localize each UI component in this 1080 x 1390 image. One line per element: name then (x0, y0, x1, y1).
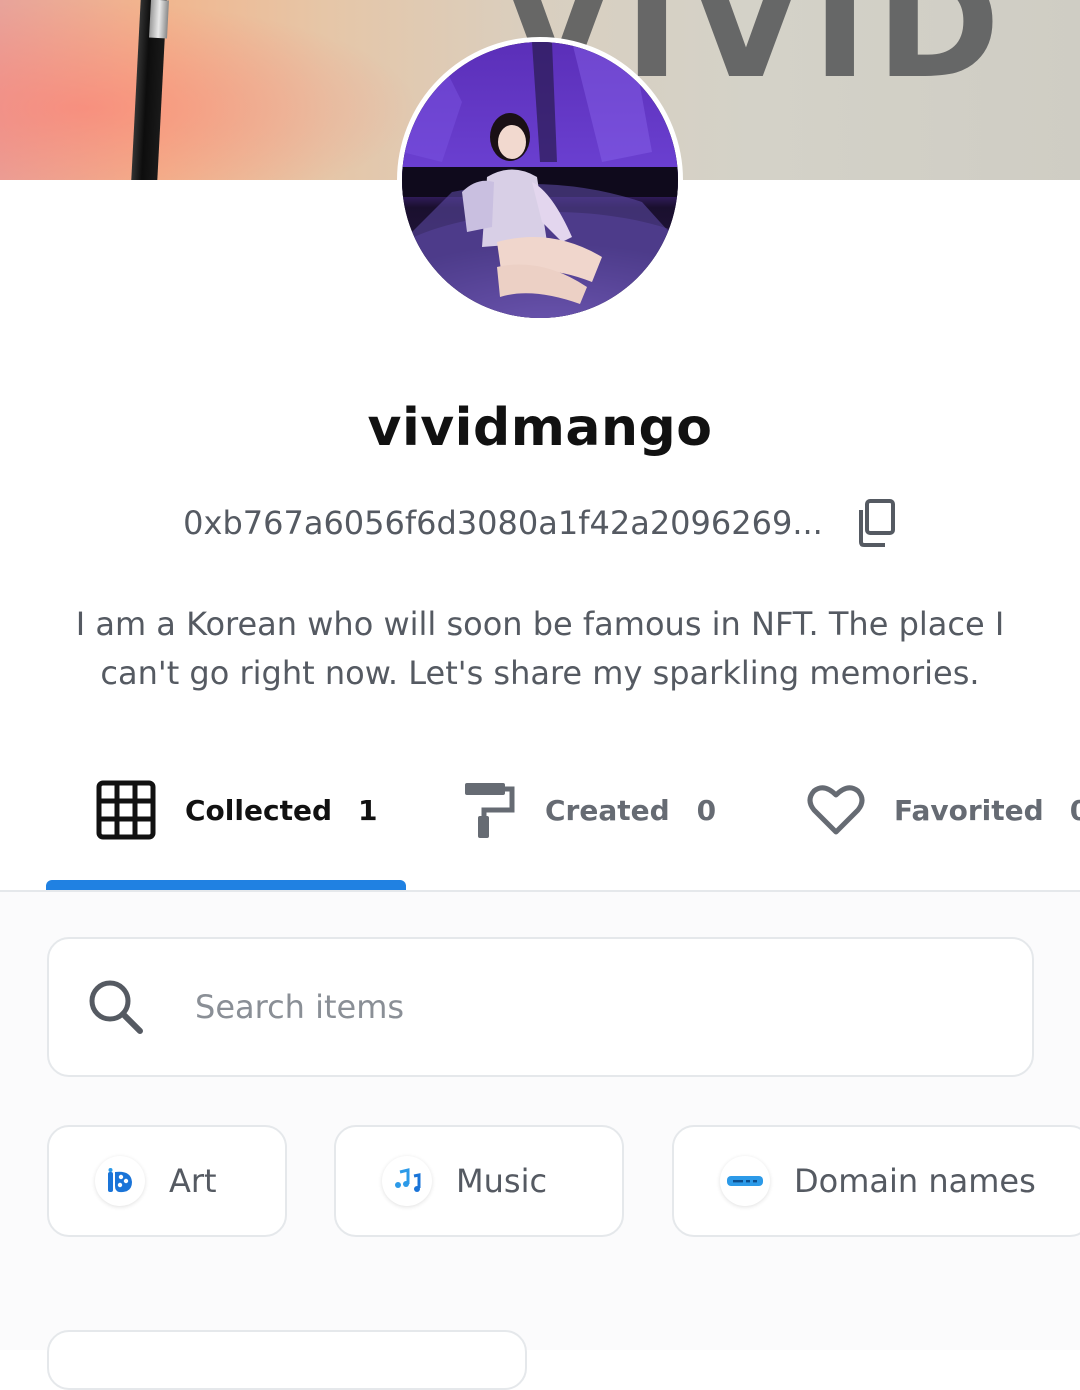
avatar-photo (402, 42, 678, 318)
tab-created-count: 0 (696, 793, 717, 827)
search-box[interactable] (47, 937, 1034, 1077)
banner-glow (0, 0, 420, 180)
tab-created[interactable]: Created 0 (462, 760, 716, 860)
wallet-address-row: 0xb767a6056f6d3080a1f42a2096269... (0, 498, 1080, 548)
art-palette-icon (95, 1156, 145, 1206)
profile-tabs: Collected 1 Created 0 Favorited 0 (0, 760, 1080, 890)
music-note-icon (382, 1156, 432, 1206)
category-chip-music[interactable]: Music (334, 1125, 624, 1237)
category-label-art: Art (169, 1162, 217, 1200)
tab-favorited-count: 0 (1069, 793, 1080, 827)
tab-collected-count: 1 (358, 793, 378, 827)
domain-name-icon (720, 1156, 770, 1206)
item-card[interactable] (47, 1330, 527, 1390)
category-label-music: Music (456, 1162, 548, 1200)
search-input[interactable] (193, 987, 977, 1027)
profile-username: vividmango (367, 398, 713, 458)
search-icon (89, 980, 143, 1034)
category-chip-art[interactable]: Art (47, 1125, 287, 1237)
tab-favorited-label: Favorited (894, 793, 1044, 827)
banner-stick-cap (149, 0, 169, 39)
tab-collected[interactable]: Collected 1 (96, 760, 377, 860)
tab-favorited[interactable]: Favorited 0 (806, 760, 1080, 860)
category-label-domain-names: Domain names (794, 1162, 1036, 1200)
profile-bio: I am a Korean who will soon be famous in… (75, 605, 1005, 692)
paint-roller-icon (465, 783, 515, 838)
grid-icon (96, 780, 156, 840)
tab-collected-label: Collected (185, 793, 332, 827)
category-chip-domain-names[interactable]: Domain names (672, 1125, 1080, 1237)
wallet-address[interactable]: 0xb767a6056f6d3080a1f42a2096269... (183, 504, 823, 542)
tab-created-label: Created (545, 793, 670, 827)
profile-avatar (397, 37, 683, 323)
copy-icon[interactable] (853, 498, 897, 548)
heart-icon (807, 785, 865, 835)
